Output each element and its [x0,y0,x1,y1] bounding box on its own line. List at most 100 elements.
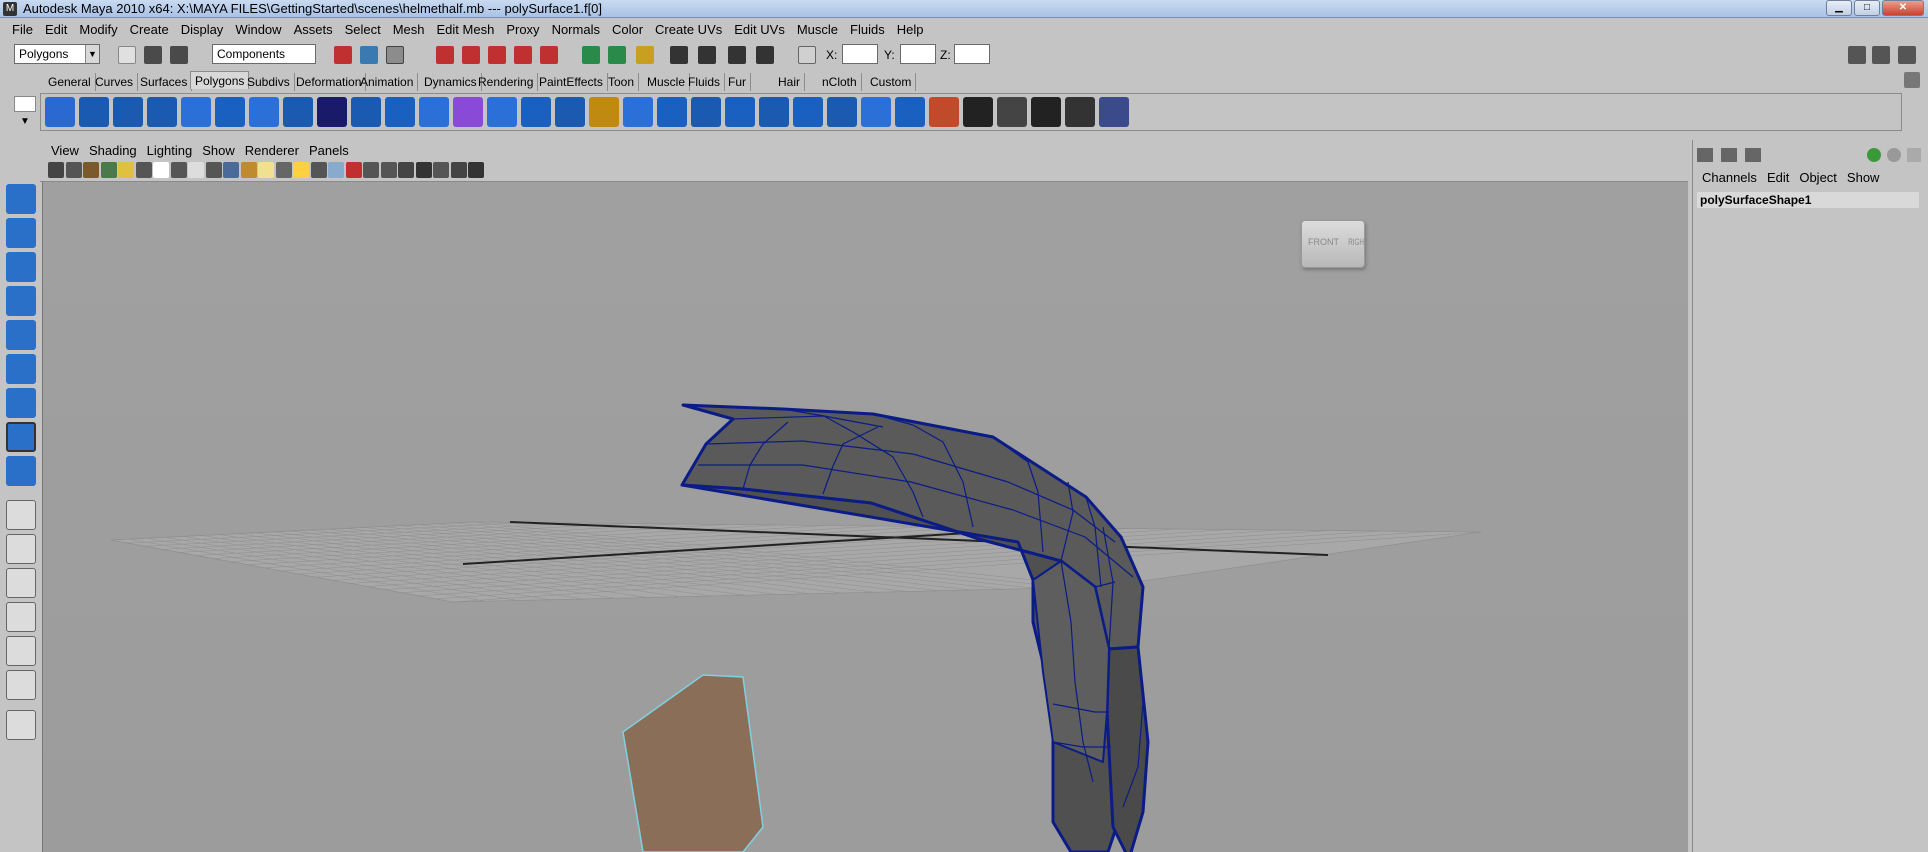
speed-icon[interactable] [1887,148,1901,162]
history-off-icon[interactable] [636,46,654,64]
poly-plane-icon[interactable] [181,97,211,127]
shelf-tab-fluids[interactable]: Fluids [684,73,726,91]
camera-attributes-icon[interactable] [65,162,82,178]
menu-color[interactable]: Color [606,22,649,37]
close-button[interactable]: ✕ [1882,0,1924,16]
poly-sphere-icon[interactable] [45,97,75,127]
graph-editor-layout-icon[interactable] [6,636,36,666]
auto-map-icon[interactable] [1065,97,1095,127]
selected-object-name[interactable]: polySurfaceShape1 [1697,192,1919,208]
two-side-lighting-icon[interactable] [468,162,484,178]
bridge-icon[interactable] [759,97,789,127]
cylindrical-map-icon[interactable] [1099,97,1129,127]
menu-window[interactable]: Window [229,22,287,37]
image-plane-icon[interactable] [100,162,117,178]
menu-normals[interactable]: Normals [546,22,606,37]
poly-soccer-ball-icon[interactable] [351,97,381,127]
attribute-editor-layout-icon[interactable] [1721,148,1737,162]
menu-create-uvs[interactable]: Create UVs [649,22,728,37]
menu-edit[interactable]: Edit [39,22,73,37]
snap-view-plane-icon[interactable] [514,46,532,64]
menu-proxy[interactable]: Proxy [500,22,545,37]
tool-settings-layout-icon[interactable] [1745,148,1761,162]
wireframe-icon[interactable] [240,162,257,178]
wireframe-on-shaded-icon[interactable] [275,162,292,178]
insert-edge-loop-icon[interactable] [827,97,857,127]
offset-edge-loop-icon[interactable] [861,97,891,127]
poly-platonic-icon[interactable] [385,97,415,127]
menu-edit-uvs[interactable]: Edit UVs [728,22,791,37]
selected-face-polysurface[interactable] [622,674,764,852]
perspective-viewport[interactable]: FRONT RIGHT [42,182,1688,852]
two-pane-layout-icon[interactable] [6,568,36,598]
xray-joints-icon[interactable] [398,162,414,178]
make-live-icon[interactable] [540,46,558,64]
z-field[interactable] [954,44,990,64]
universal-manipulator-icon[interactable] [6,354,36,384]
uv-editor-icon[interactable] [1031,97,1061,127]
safe-action-icon[interactable] [205,162,222,178]
boolean-union-icon[interactable] [555,97,585,127]
render-view-icon[interactable] [670,46,688,64]
merge-icon[interactable] [623,97,653,127]
field-chart-icon[interactable] [188,162,204,178]
safe-title-icon[interactable] [223,162,239,178]
show-manipulator-tool-icon[interactable] [6,456,36,486]
shelf-tab-animation[interactable]: Animation [356,73,419,91]
separate-icon[interactable] [453,97,483,127]
xray-icon[interactable] [380,162,397,178]
shelf-menu[interactable]: ▼ [14,96,36,132]
select-by-object-icon[interactable] [360,46,378,64]
uv-checker-icon[interactable] [997,97,1027,127]
y-field[interactable] [900,44,936,64]
shelf-tab-muscle[interactable]: Muscle [643,73,691,91]
snap-grid-icon[interactable] [436,46,454,64]
menu-create[interactable]: Create [124,22,175,37]
menuset-dropdown[interactable]: Polygons ▼ [14,44,100,64]
panel-menu-show[interactable]: Show [197,143,240,158]
menu-modify[interactable]: Modify [73,22,123,37]
render-current-frame-icon[interactable] [698,46,716,64]
minimize-button[interactable]: ▁ [1826,0,1852,16]
soft-mod-tool-icon[interactable] [6,388,36,418]
menu-help[interactable]: Help [891,22,930,37]
textured-icon[interactable] [293,162,309,178]
last-tool-used-icon[interactable] [6,422,36,452]
hyperbolic-icon[interactable] [1907,148,1921,162]
channel-box-layout-icon[interactable] [1697,148,1713,162]
shelf-tab-curves[interactable]: Curves [91,73,139,91]
save-scene-icon[interactable] [170,46,188,64]
input-output-icon[interactable] [582,46,600,64]
xray-components-icon[interactable] [415,162,432,178]
smooth-shade-icon[interactable] [258,162,274,178]
use-all-lights-icon[interactable] [310,162,327,178]
isolate-select-icon[interactable] [363,162,379,178]
sculpt-icon[interactable] [963,97,993,127]
select-camera-icon[interactable] [48,162,64,178]
poly-pipe-icon[interactable] [283,97,313,127]
hypershade-layout-icon[interactable] [6,670,36,700]
input-line-mode-icon[interactable] [798,46,816,64]
menu-muscle[interactable]: Muscle [791,22,844,37]
bookmarks-icon[interactable] [83,162,99,178]
lasso-tool-icon[interactable] [6,184,36,214]
trash-icon[interactable] [1904,72,1920,88]
open-scene-icon[interactable] [144,46,162,64]
menu-file[interactable]: File [6,22,39,37]
channel-box-menu-edit[interactable]: Edit [1762,170,1794,185]
shelf-tab-surfaces[interactable]: Surfaces [136,73,193,91]
menu-fluids[interactable]: Fluids [844,22,891,37]
panel-menu-lighting[interactable]: Lighting [142,143,198,158]
channel-box-menu-object[interactable]: Object [1794,170,1842,185]
select-by-component-icon[interactable] [386,46,404,64]
shelf-tab-rendering[interactable]: Rendering [474,73,539,91]
poly-torus-icon[interactable] [215,97,245,127]
snap-point-icon[interactable] [488,46,506,64]
persp-outliner-layout-icon[interactable] [6,602,36,632]
panel-menu-shading[interactable]: Shading [84,143,142,158]
poly-cube-icon[interactable] [79,97,109,127]
menu-select[interactable]: Select [339,22,387,37]
panel-menu-renderer[interactable]: Renderer [240,143,304,158]
channel-box-menu-show[interactable]: Show [1842,170,1885,185]
shadows-icon[interactable] [328,162,344,178]
